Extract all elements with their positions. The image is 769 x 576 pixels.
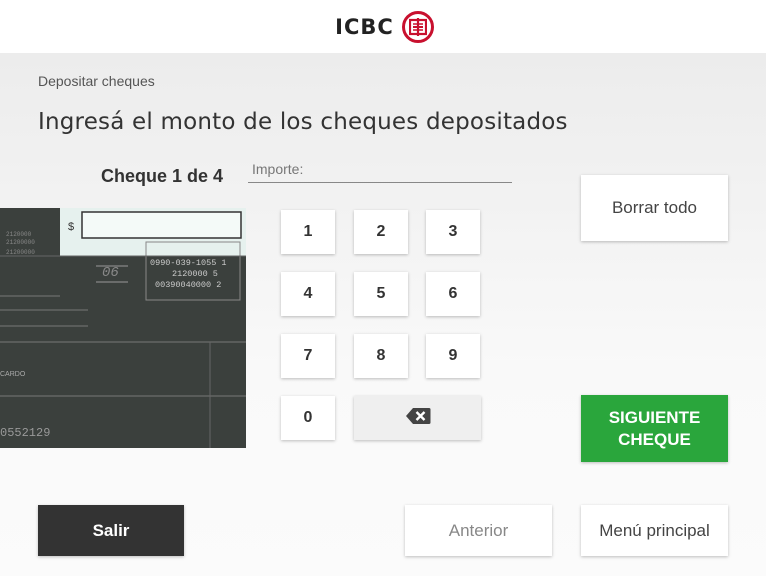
next-cheque-label: SIGUIENTE CHEQUE bbox=[608, 407, 701, 449]
clear-all-label: Borrar todo bbox=[611, 198, 698, 217]
amount-underline bbox=[248, 182, 512, 183]
icbc-logo-icon bbox=[401, 10, 434, 43]
keypad-key-8[interactable]: 8 bbox=[354, 334, 408, 378]
svg-text:21200000: 21200000 bbox=[6, 239, 35, 246]
cheque-dollar: $ bbox=[68, 221, 74, 233]
clear-all-button[interactable]: Borrar todo bbox=[581, 175, 728, 241]
keypad-key-3[interactable]: 3 bbox=[426, 210, 480, 254]
cheque-routing-3: 00390040000 2 bbox=[155, 280, 221, 290]
keypad-key-5[interactable]: 5 bbox=[354, 272, 408, 316]
page-title: Ingresá el monto de los cheques deposita… bbox=[38, 109, 568, 135]
cheque-scan: $ 0990-039-1055 1 2120000 5 00390040000 … bbox=[0, 208, 246, 448]
exit-button[interactable]: Salir bbox=[38, 505, 184, 556]
cheque-image: $ 0990-039-1055 1 2120000 5 00390040000 … bbox=[0, 208, 246, 448]
svg-text:21200000: 21200000 bbox=[6, 249, 35, 256]
cheque-serial: 0552129 bbox=[0, 426, 50, 440]
keypad-key-4[interactable]: 4 bbox=[281, 272, 335, 316]
backspace-icon bbox=[405, 407, 431, 430]
previous-button[interactable]: Anterior bbox=[405, 505, 552, 556]
main-menu-button[interactable]: Menú principal bbox=[581, 505, 728, 556]
brand-logo: ICBC bbox=[335, 10, 434, 43]
keypad-key-6[interactable]: 6 bbox=[426, 272, 480, 316]
cheque-payee: CARDO bbox=[0, 371, 26, 378]
amount-label: Importe: bbox=[252, 161, 304, 177]
app-header: ICBC bbox=[0, 0, 769, 53]
amount-input[interactable] bbox=[320, 159, 510, 181]
keypad-key-0[interactable]: 0 bbox=[281, 396, 335, 440]
exit-label: Salir bbox=[92, 520, 130, 540]
cheque-date-day: 06 bbox=[102, 265, 119, 281]
brand-name: ICBC bbox=[335, 14, 394, 39]
keypad-key-1[interactable]: 1 bbox=[281, 210, 335, 254]
cheque-routing-2: 2120000 5 bbox=[172, 269, 218, 279]
svg-text:2120000: 2120000 bbox=[6, 231, 32, 238]
main-menu-label: Menú principal bbox=[599, 520, 710, 540]
main-content: Depositar cheques Ingresá el monto de lo… bbox=[0, 53, 769, 576]
previous-label: Anterior bbox=[448, 520, 509, 540]
backspace-button[interactable] bbox=[354, 396, 481, 440]
keypad-key-7[interactable]: 7 bbox=[281, 334, 335, 378]
next-cheque-button[interactable]: SIGUIENTE CHEQUE bbox=[581, 395, 728, 462]
cheque-counter: Cheque 1 de 4 bbox=[101, 166, 224, 186]
keypad-key-2[interactable]: 2 bbox=[354, 210, 408, 254]
keypad-key-9[interactable]: 9 bbox=[426, 334, 480, 378]
cheque-routing-1: 0990-039-1055 1 bbox=[150, 258, 227, 268]
breadcrumb: Depositar cheques bbox=[38, 73, 155, 89]
